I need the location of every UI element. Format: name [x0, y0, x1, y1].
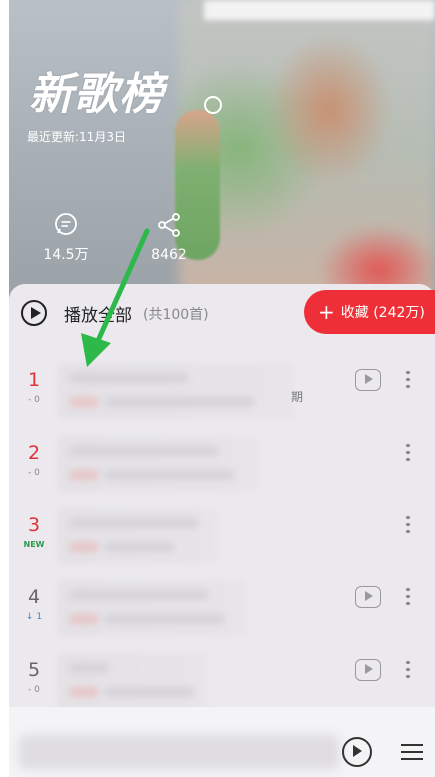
app-frame: 新歌榜 最近更新:11月3日 14.5万 8462 播放全部 (共100首) +… [9, 0, 435, 777]
update-date: 最近更新:11月3日 [27, 130, 126, 144]
song-info-blurred [57, 508, 217, 564]
song-artist-blurred [105, 542, 175, 552]
song-artist-blurred [105, 397, 255, 407]
song-title-blurred [69, 663, 109, 673]
song-row[interactable]: 3 NEW [9, 500, 435, 572]
annotation-arrow-icon [81, 228, 150, 367]
mini-player[interactable] [9, 707, 435, 777]
rank-trend-down: ↓ 1 [25, 612, 43, 622]
song-title-blurred [69, 518, 199, 528]
more-icon[interactable] [404, 586, 412, 608]
song-tag-blurred [69, 687, 99, 697]
song-info-blurred [57, 580, 247, 636]
song-rank: 5 [27, 659, 41, 681]
song-rank: 4 [27, 586, 41, 608]
collect-label: 收藏 (242万) [340, 305, 425, 321]
more-icon[interactable] [404, 514, 412, 536]
playlist-icon[interactable] [401, 744, 423, 762]
play-all-icon[interactable] [21, 300, 47, 326]
song-artist-blurred [105, 687, 195, 697]
mv-icon[interactable] [355, 659, 381, 681]
now-playing-blurred [19, 735, 339, 769]
rank-trend: - 0 [28, 395, 40, 405]
song-title-blurred [69, 446, 219, 456]
page-title: 新歌榜 [29, 69, 164, 120]
player-play-icon[interactable] [342, 737, 372, 767]
song-row[interactable]: 4 ↓ 1 [9, 572, 435, 644]
rank-trend: - 0 [28, 468, 40, 478]
cover-image-top [204, 0, 435, 20]
song-rank: 3 [27, 514, 41, 536]
song-info-blurred [57, 436, 257, 492]
song-suffix: 期 [291, 390, 304, 404]
song-tag-blurred [69, 542, 99, 552]
song-rank: 1 [27, 369, 41, 391]
song-tag-blurred [69, 397, 99, 407]
info-icon[interactable] [204, 96, 222, 114]
song-row[interactable]: 2 - 0 [9, 428, 435, 500]
collect-button[interactable]: + 收藏 (242万) [304, 290, 435, 334]
rank-trend-new: NEW [23, 540, 45, 549]
more-icon[interactable] [404, 659, 412, 681]
mv-icon[interactable] [355, 369, 381, 391]
song-tag-blurred [69, 470, 99, 480]
song-info-blurred [57, 653, 207, 709]
song-artist-blurred [105, 614, 225, 624]
mv-icon[interactable] [355, 586, 381, 608]
song-artist-blurred [105, 470, 235, 480]
song-title-blurred [69, 590, 209, 600]
song-rank: 2 [27, 442, 41, 464]
plus-icon: + [318, 300, 335, 324]
more-icon[interactable] [404, 442, 412, 464]
more-icon[interactable] [404, 369, 412, 391]
song-tag-blurred [69, 614, 99, 624]
rank-trend: - 0 [28, 685, 40, 695]
share-icon [158, 213, 180, 237]
